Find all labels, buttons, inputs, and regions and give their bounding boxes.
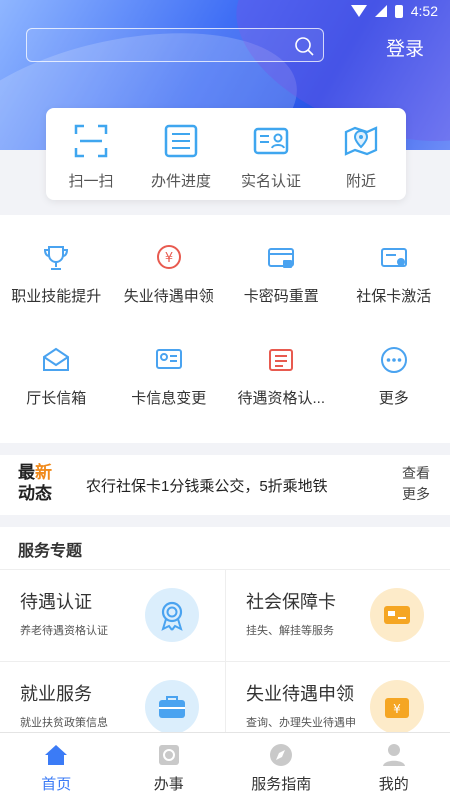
quick-action-label: 办件进度 <box>150 173 211 190</box>
quick-action-label: 扫一扫 <box>68 173 114 190</box>
id-card-icon <box>253 127 289 155</box>
section-title: 服务专题 <box>18 543 83 560</box>
battery-icon <box>394 4 403 18</box>
news-more-link[interactable]: 查看 更多 <box>400 463 432 505</box>
status-bar: 4:52 <box>0 0 450 24</box>
grid-item-label: 失业待遇申领 <box>123 288 214 305</box>
quick-action-label: 实名认证 <box>240 173 301 190</box>
award-icon <box>145 588 199 642</box>
tab-tasks[interactable]: 办事 <box>113 733 226 800</box>
news-tag-char: 新 <box>35 463 52 483</box>
tab-profile[interactable]: 我的 <box>338 733 450 800</box>
mail-icon <box>43 347 70 371</box>
yuan-box-icon: ¥ <box>370 680 424 734</box>
news-more-line: 查看 <box>402 465 430 481</box>
card-check-icon <box>380 248 407 267</box>
news-headline[interactable]: 农行社保卡1分钱乘公交，5折乘地铁 <box>86 475 328 496</box>
service-card-name: 社会保障卡 <box>246 592 336 612</box>
task-icon <box>158 745 179 765</box>
tab-label: 我的 <box>378 776 409 793</box>
grid-item-label: 待遇资格认... <box>237 390 325 407</box>
news-tag: 最新 动态 <box>18 463 52 505</box>
grid-item-label: 卡信息变更 <box>131 390 207 407</box>
service-card-social-card[interactable]: 社会保障卡 挂失、解挂等服务 <box>225 569 450 661</box>
scan-icon <box>74 124 108 158</box>
news-more-line: 更多 <box>402 486 430 502</box>
card-icon <box>370 588 424 642</box>
service-card-desc: 挂失、解挂等服务 <box>246 625 334 637</box>
quick-action-nearby[interactable]: 附近 <box>316 108 406 200</box>
service-grid-row: 职业技能提升 ¥ 失业待遇申领 卡密码重置 社保卡激活 <box>0 243 450 345</box>
card-lock-icon <box>268 248 295 268</box>
grid-item-label: 职业技能提升 <box>11 288 102 305</box>
tab-home[interactable]: 首页 <box>0 733 113 800</box>
news-tag-char: 最 <box>18 463 35 483</box>
quick-actions-card: 扫一扫 办件进度 实名认证 附近 <box>46 108 406 200</box>
money-hand-icon: ¥ <box>156 245 181 269</box>
grid-item-label: 厅长信箱 <box>26 390 87 407</box>
grid-item-qualification[interactable]: 待遇资格认... <box>225 345 338 447</box>
more-icon <box>380 347 407 373</box>
map-pin-icon <box>344 126 378 156</box>
news-tag-line: 动态 <box>18 484 52 504</box>
tab-guide[interactable]: 服务指南 <box>225 733 338 800</box>
search-icon[interactable] <box>293 35 315 57</box>
status-time: 4:52 <box>410 3 438 19</box>
compass-icon <box>270 744 293 766</box>
news-banner[interactable]: 最新 动态 农行社保卡1分钱乘公交，5折乘地铁 查看 更多 <box>0 455 450 515</box>
tab-label: 办事 <box>153 776 184 793</box>
service-card-desc: 查询、办理失业待遇申 <box>246 717 356 729</box>
search-input[interactable] <box>26 28 324 62</box>
service-card-benefit-auth[interactable]: 待遇认证 养老待遇资格认证 <box>0 569 225 661</box>
grid-item-card-info[interactable]: 卡信息变更 <box>113 345 226 447</box>
document-icon <box>269 349 294 371</box>
tab-label: 服务指南 <box>251 776 312 793</box>
grid-item-label: 社保卡激活 <box>356 288 432 305</box>
grid-item-label: 更多 <box>378 390 409 407</box>
grid-item-unemployment[interactable]: ¥ 失业待遇申领 <box>113 243 226 345</box>
service-grid: 职业技能提升 ¥ 失业待遇申领 卡密码重置 社保卡激活 厅长信箱 卡信息变更 待… <box>0 215 450 443</box>
trophy-icon <box>44 246 69 270</box>
wifi-icon <box>350 5 367 17</box>
grid-item-label: 卡密码重置 <box>243 288 319 305</box>
service-topics-section: 服务专题 待遇认证 养老待遇资格认证 社会保障卡 挂失、解挂等服务 就业服务 就… <box>0 527 450 753</box>
grid-item-card-activate[interactable]: 社保卡激活 <box>338 243 450 345</box>
grid-item-skills[interactable]: 职业技能提升 <box>0 243 113 345</box>
quick-action-scan[interactable]: 扫一扫 <box>46 108 136 200</box>
home-icon <box>45 745 68 765</box>
signal-icon <box>374 5 387 17</box>
svg-text:¥: ¥ <box>393 702 401 716</box>
quick-action-realname[interactable]: 实名认证 <box>226 108 316 200</box>
user-icon <box>382 744 405 766</box>
login-button[interactable]: 登录 <box>386 34 424 61</box>
service-card-desc: 养老待遇资格认证 <box>20 625 108 637</box>
grid-item-card-password[interactable]: 卡密码重置 <box>225 243 338 345</box>
service-card-name: 失业待遇申领 <box>246 684 354 704</box>
grid-item-more[interactable]: 更多 <box>338 345 450 447</box>
service-grid-row: 厅长信箱 卡信息变更 待遇资格认... 更多 <box>0 345 450 447</box>
progress-list-icon <box>164 124 198 158</box>
card-edit-icon <box>155 349 182 369</box>
service-card-name: 就业服务 <box>20 684 92 704</box>
quick-action-label: 附近 <box>345 173 376 190</box>
grid-item-mailbox[interactable]: 厅长信箱 <box>0 345 113 447</box>
briefcase-icon <box>145 680 199 734</box>
quick-action-progress[interactable]: 办件进度 <box>136 108 226 200</box>
service-card-desc: 就业扶贫政策信息 <box>20 717 108 729</box>
service-card-name: 待遇认证 <box>20 592 92 612</box>
tab-label: 首页 <box>41 776 72 793</box>
svg-text:¥: ¥ <box>165 251 173 266</box>
bottom-tab-bar: 首页 办事 服务指南 我的 <box>0 732 450 800</box>
